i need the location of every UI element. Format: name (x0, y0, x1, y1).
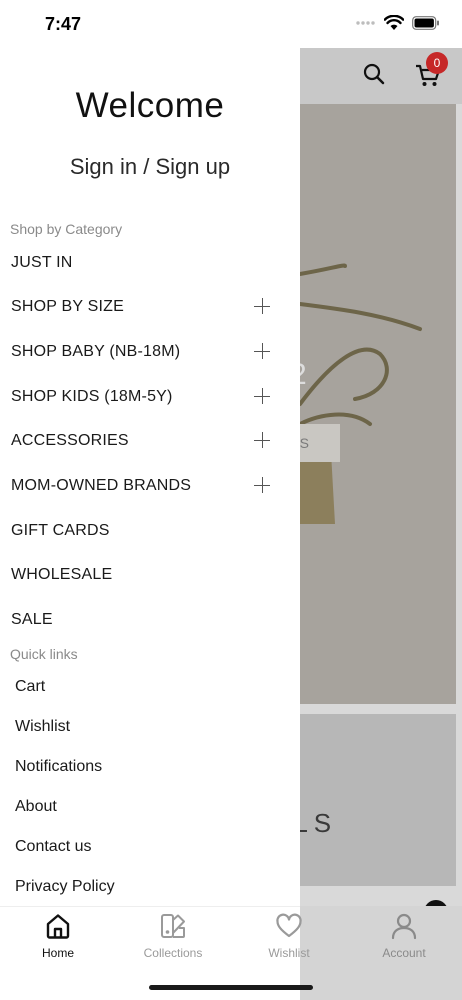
category-item-wholesale[interactable]: WHOLESALE (0, 554, 300, 598)
sign-in-link[interactable]: Sign in / Sign up (0, 154, 300, 180)
category-label: SHOP KIDS (18M-5Y) (11, 388, 173, 405)
category-section-label: Shop by Category (10, 221, 123, 237)
home-icon (46, 914, 70, 939)
expand-plus-icon[interactable] (254, 477, 270, 493)
tab-label: Wishlist (268, 946, 310, 960)
quick-links-label: Quick links (10, 646, 78, 662)
search-icon[interactable] (362, 62, 386, 86)
wifi-icon (384, 15, 404, 30)
tab-home[interactable]: Home (0, 906, 116, 970)
category-item-sale[interactable]: SALE (0, 599, 300, 643)
signal-icon (356, 21, 375, 25)
quick-link-cart[interactable]: Cart (15, 678, 45, 696)
expand-plus-icon[interactable] (254, 343, 270, 359)
account-icon (391, 913, 417, 940)
quick-link-wishlist[interactable]: Wishlist (15, 718, 70, 736)
quick-link-notifications[interactable]: Notifications (15, 758, 102, 776)
tab-wishlist[interactable]: Wishlist (231, 906, 347, 970)
category-item-accessories[interactable]: ACCESSORIES (0, 420, 300, 464)
category-label: SALE (11, 611, 53, 628)
quick-link-about[interactable]: About (15, 798, 57, 816)
category-label: ACCESSORIES (11, 432, 129, 449)
category-label: GIFT CARDS (11, 522, 110, 539)
category-item-shop-baby[interactable]: SHOP BABY (NB-18M) (0, 331, 300, 375)
collections-icon (161, 914, 185, 938)
tab-label: Collections (143, 946, 203, 960)
status-bar: 7:47 (0, 0, 462, 48)
cart-count-badge: 0 (426, 52, 448, 74)
status-time: 7:47 (45, 14, 82, 34)
quick-link-contact-us[interactable]: Contact us (15, 838, 91, 856)
category-item-mom-owned-brands[interactable]: MOM-OWNED BRANDS (0, 465, 300, 509)
home-indicator (149, 985, 313, 990)
category-item-shop-by-size[interactable]: SHOP BY SIZE (0, 286, 300, 330)
tab-account[interactable]: Account (346, 906, 462, 970)
tab-collections[interactable]: Collections (115, 906, 231, 970)
category-label: JUST IN (11, 254, 73, 271)
status-icons (356, 15, 440, 31)
tab-label: Account (382, 946, 426, 960)
heart-icon (276, 913, 302, 938)
navigation-drawer: Welcome Sign in / Sign up Shop by Catego… (0, 48, 300, 1000)
expand-plus-icon[interactable] (254, 298, 270, 314)
welcome-title: Welcome (75, 86, 225, 125)
tab-label: Home (41, 946, 74, 960)
category-label: MOM-OWNED BRANDS (11, 477, 192, 494)
category-item-shop-kids[interactable]: SHOP KIDS (18M-5Y) (0, 376, 300, 420)
battery-icon (412, 16, 439, 30)
quick-link-privacy-policy[interactable]: Privacy Policy (15, 878, 115, 896)
expand-plus-icon[interactable] (254, 388, 270, 404)
category-label: WHOLESALE (11, 566, 113, 583)
category-item-gift-cards[interactable]: GIFT CARDS (0, 510, 300, 554)
category-label: SHOP BY SIZE (11, 298, 124, 315)
category-item-just-in[interactable]: JUST IN (0, 242, 300, 286)
expand-plus-icon[interactable] (254, 432, 270, 448)
category-label: SHOP BABY (NB-18M) (11, 343, 181, 360)
